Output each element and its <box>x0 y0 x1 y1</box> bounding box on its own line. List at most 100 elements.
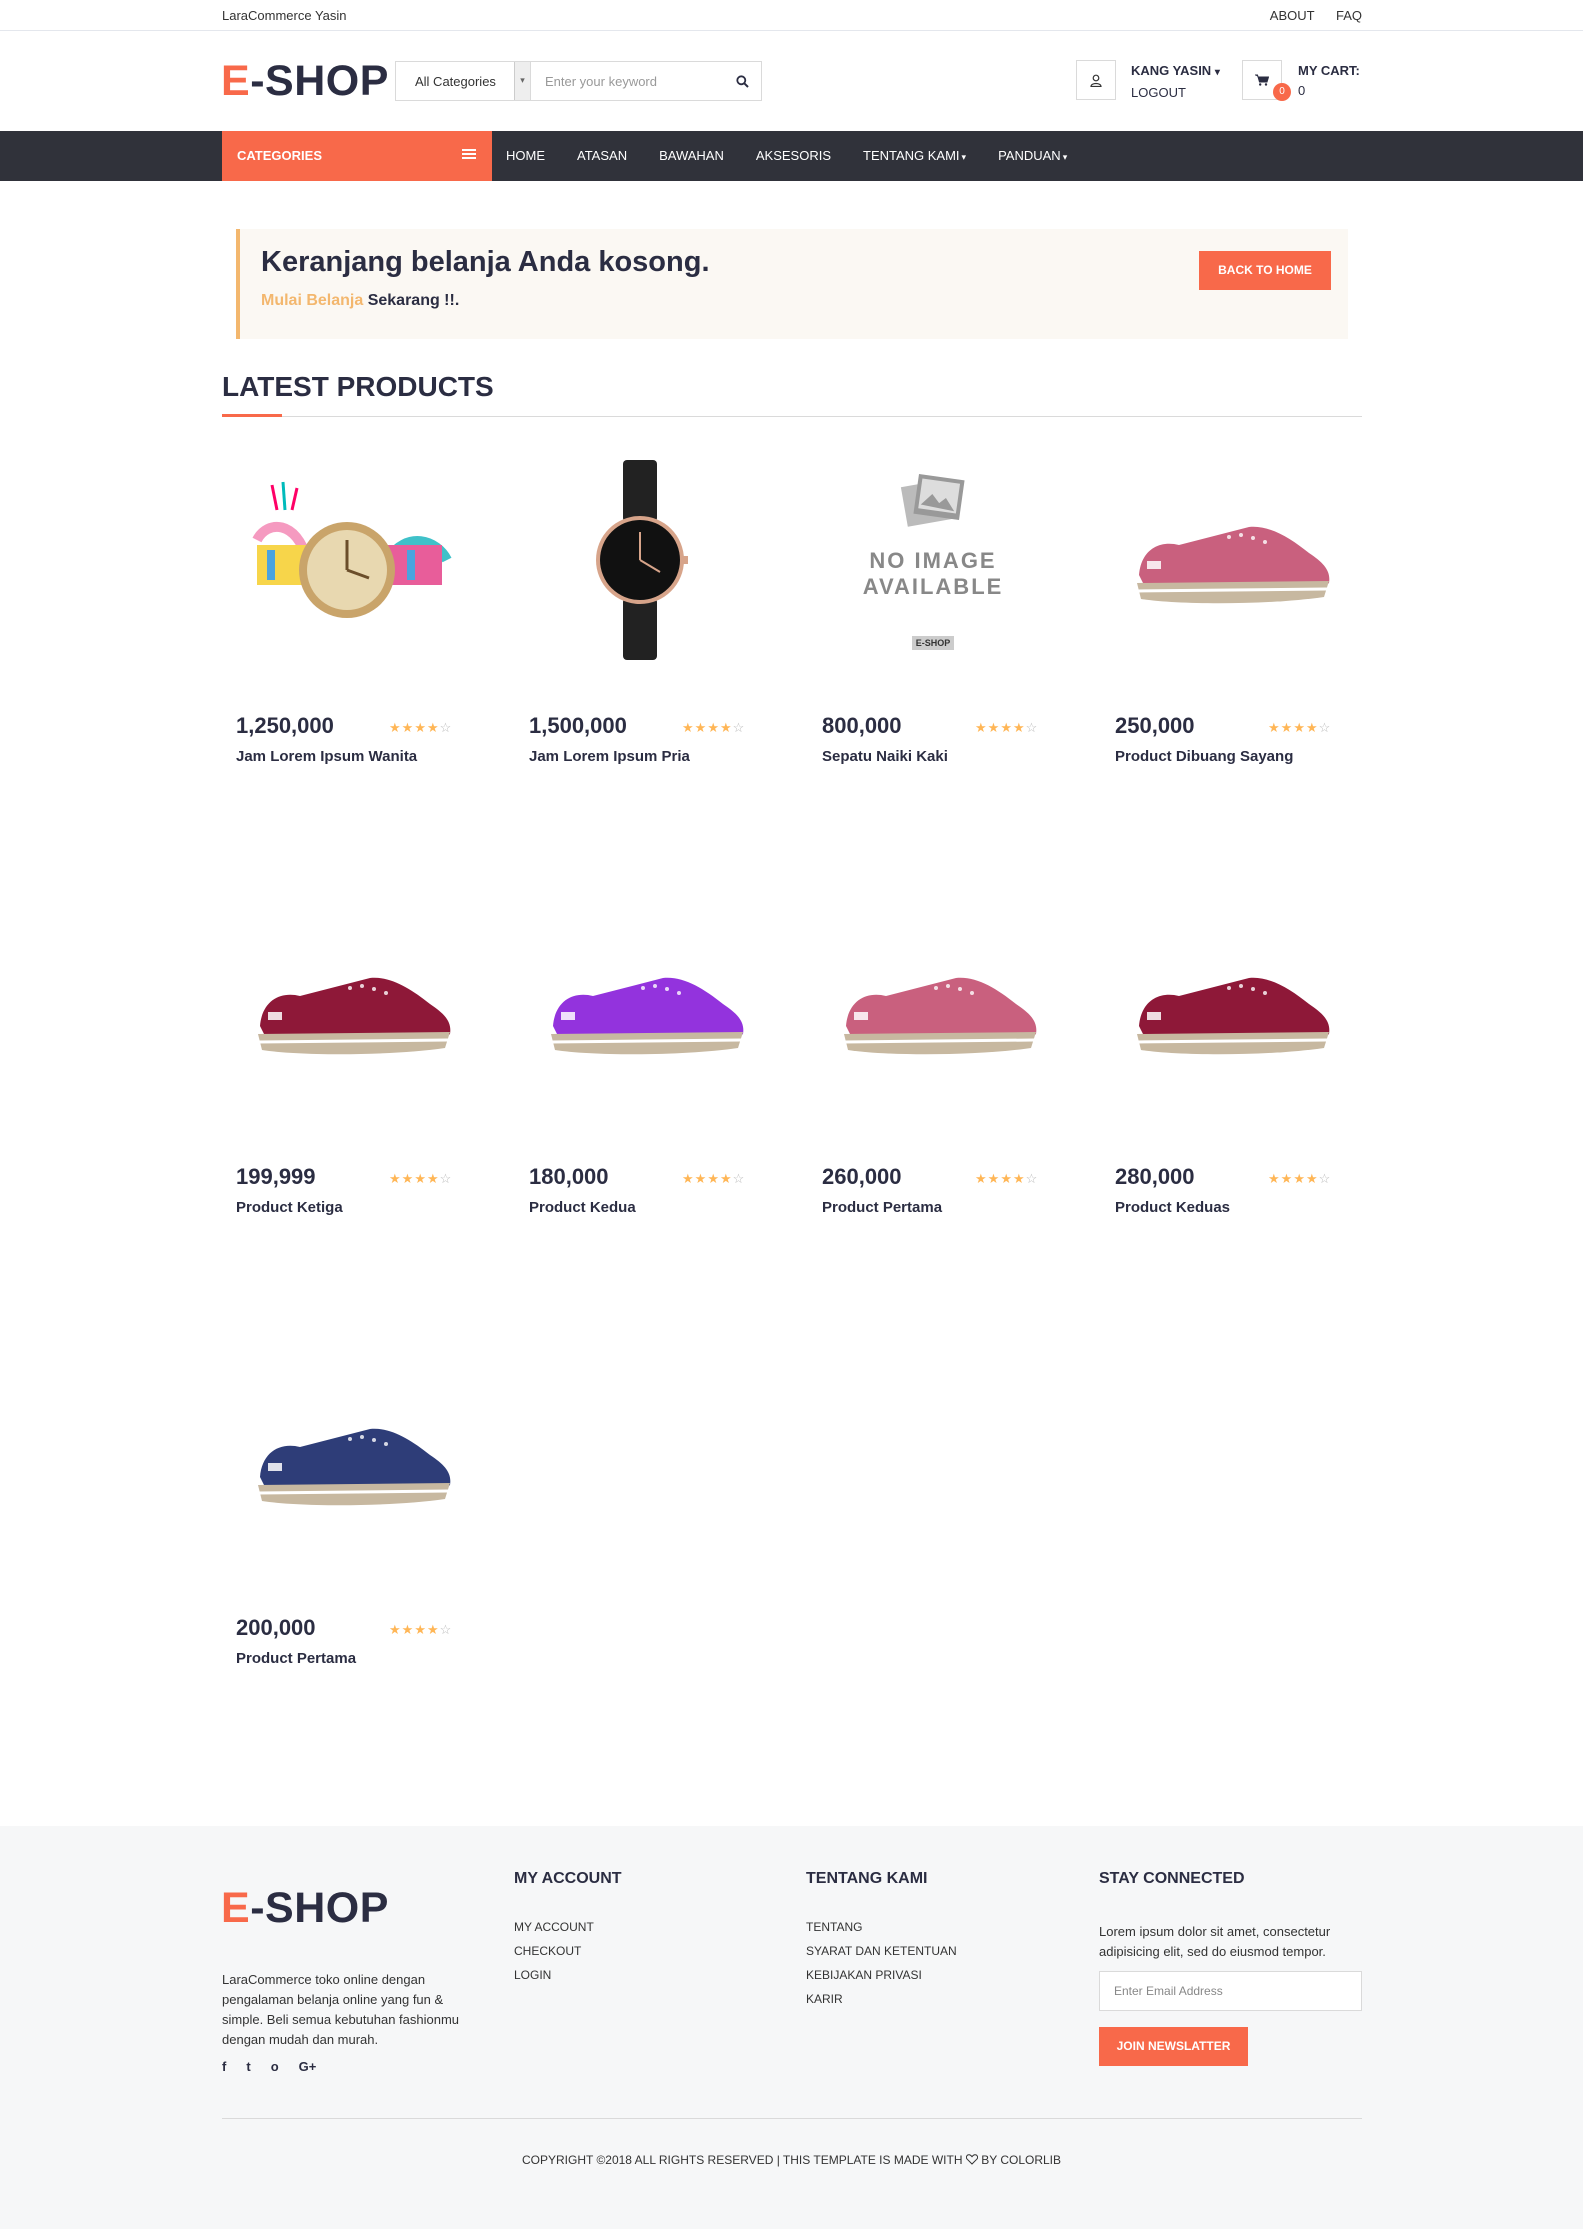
product-price: 199,999 <box>236 1164 316 1189</box>
account-menu[interactable]: KANG YASIN ▾ LOGOUT <box>1131 61 1220 103</box>
star-icon: ★ <box>414 720 427 735</box>
product-card[interactable]: 280,000 ★★★★☆ Product Keduas <box>1101 896 1351 1256</box>
footer-col-title: STAY CONNECTED <box>1099 1870 1245 1887</box>
about-link[interactable]: ABOUT <box>1270 8 1315 23</box>
product-image[interactable] <box>525 445 755 675</box>
product-name[interactable]: Jam Lorem Ipsum Pria <box>529 748 690 765</box>
product-name[interactable]: Jam Lorem Ipsum Wanita <box>236 748 417 765</box>
join-newsletter-button[interactable]: JOIN NEWSLATTER <box>1099 2027 1248 2066</box>
footer-logo[interactable]: E-SHOP <box>221 1884 389 1933</box>
footer-link-tentang[interactable]: TENTANG <box>806 1915 957 1939</box>
facebook-icon[interactable]: f <box>222 2059 226 2074</box>
product-card[interactable]: 250,000 ★★★★☆ Product Dibuang Sayang <box>1101 445 1351 805</box>
cart-count-badge: 0 <box>1273 83 1291 101</box>
product-card[interactable]: 200,000 ★★★★☆ Product Pertama <box>222 1347 472 1707</box>
product-name[interactable]: Sepatu Naiki Kaki <box>822 748 948 765</box>
star-icon: ☆ <box>1025 720 1039 735</box>
newsletter-email-input[interactable] <box>1099 1971 1362 2011</box>
product-image[interactable] <box>232 1347 462 1577</box>
start-shopping-link[interactable]: Mulai Belanja <box>261 292 363 309</box>
nav-item-atasan[interactable]: ATASAN <box>563 131 643 181</box>
product-rating: ★★★★☆ <box>389 1171 452 1187</box>
footer-link-privasi[interactable]: KEBIJAKAN PRIVASI <box>806 1963 957 1987</box>
footer-link-karir[interactable]: KARIR <box>806 1987 957 2011</box>
logo-accent: E <box>221 1884 251 1932</box>
copyright-credit[interactable]: BY COLORLIB <box>981 2153 1061 2167</box>
product-image[interactable] <box>818 896 1048 1126</box>
product-card[interactable]: 1,500,000 ★★★★☆ Jam Lorem Ipsum Pria <box>515 445 765 805</box>
product-image[interactable] <box>232 445 462 675</box>
product-name[interactable]: Product Keduas <box>1115 1199 1230 1216</box>
product-name[interactable]: Product Pertama <box>236 1650 356 1667</box>
nav-label: HOME <box>506 148 545 163</box>
product-rating: ★★★★☆ <box>975 1171 1038 1187</box>
account-button[interactable] <box>1076 60 1116 100</box>
star-icon: ★ <box>1280 720 1294 735</box>
product-price: 1,250,000 <box>236 713 334 738</box>
logo[interactable]: E-SHOP <box>221 57 389 106</box>
faq-link[interactable]: FAQ <box>1336 8 1362 23</box>
top-bar: LaraCommerce Yasin ABOUT FAQ <box>0 0 1583 31</box>
product-card[interactable]: NO IMAGE AVAILABLE E-SHOP 800,000 ★★★★☆ Sepat… <box>808 445 1058 805</box>
product-name[interactable]: Product Ketiga <box>236 1199 343 1216</box>
back-to-home-button[interactable]: BACK TO HOME <box>1199 251 1331 290</box>
product-card[interactable]: 199,999 ★★★★☆ Product Ketiga <box>222 896 472 1256</box>
social-links: f t o G+ <box>222 2059 316 2074</box>
star-icon: ☆ <box>1025 1171 1039 1186</box>
star-icon: ★ <box>401 1171 415 1186</box>
search-input[interactable] <box>532 62 722 100</box>
google-plus-icon[interactable]: G+ <box>299 2059 317 2074</box>
product-card[interactable]: 1,250,000 ★★★★☆ Jam Lorem Ipsum Wanita <box>222 445 472 805</box>
product-image[interactable] <box>525 896 755 1126</box>
star-icon: ☆ <box>439 1171 453 1186</box>
empty-cart-subtext: Mulai Belanja Sekarang !!. <box>261 292 459 310</box>
product-card[interactable]: 260,000 ★★★★☆ Product Pertama <box>808 896 1058 1256</box>
star-icon: ★ <box>1293 720 1306 735</box>
footer-link-my-account[interactable]: MY ACCOUNT <box>514 1915 622 1939</box>
footer-link-checkout[interactable]: CHECKOUT <box>514 1939 622 1963</box>
search-icon <box>735 74 749 88</box>
instagram-icon[interactable]: o <box>271 2059 279 2074</box>
cart-summary[interactable]: MY CART: 0 <box>1298 61 1360 101</box>
copyright-text: COPYRIGHT ©2018 ALL RIGHTS RESERVED | TH… <box>521 2153 963 2167</box>
logout-link[interactable]: LOGOUT <box>1131 83 1220 103</box>
footer-col-title: MY ACCOUNT <box>514 1870 622 1887</box>
product-price: 800,000 <box>822 713 902 738</box>
nav-item-aksesoris[interactable]: AKSESORIS <box>742 131 847 181</box>
product-price: 250,000 <box>1115 713 1195 738</box>
caret-down-icon: ▾ <box>1062 152 1068 162</box>
nav-item-panduan[interactable]: PANDUAN ▾ <box>984 131 1083 181</box>
product-name[interactable]: Product Kedua <box>529 1199 636 1216</box>
caret-down-icon: ▾ <box>961 152 967 162</box>
category-select[interactable]: All Categories ▾ <box>396 62 531 100</box>
twitter-icon[interactable]: t <box>246 2059 250 2074</box>
header: E-SHOP All Categories ▾ KANG YASIN ▾ LOG… <box>0 31 1583 131</box>
product-price: 280,000 <box>1115 1164 1195 1189</box>
star-icon: ☆ <box>1318 1171 1332 1186</box>
star-icon: ★ <box>1293 1171 1306 1186</box>
product-image[interactable] <box>1111 445 1341 675</box>
star-icon: ★ <box>401 1622 415 1637</box>
categories-button[interactable]: CATEGORIES <box>222 131 492 181</box>
star-icon: ★ <box>1280 1171 1294 1186</box>
nav-item-tentang-kami[interactable]: TENTANG KAMI ▾ <box>849 131 982 181</box>
nav-item-home[interactable]: HOME <box>492 131 561 181</box>
star-icon: ★ <box>707 1171 720 1186</box>
product-name[interactable]: Product Dibuang Sayang <box>1115 748 1293 765</box>
nav-item-bawahan[interactable]: BAWAHAN <box>645 131 740 181</box>
footer-link-syarat[interactable]: SYARAT DAN KETENTUAN <box>806 1939 957 1963</box>
star-icon: ★ <box>719 720 733 735</box>
product-image[interactable] <box>1111 896 1341 1126</box>
star-icon: ★ <box>414 1622 427 1637</box>
search-button[interactable] <box>723 62 761 100</box>
product-image[interactable] <box>232 896 462 1126</box>
product-name[interactable]: Product Pertama <box>822 1199 942 1216</box>
top-links: ABOUT FAQ <box>1252 8 1362 23</box>
product-card[interactable]: 180,000 ★★★★☆ Product Kedua <box>515 896 765 1256</box>
category-select-value: All Categories <box>415 74 496 89</box>
star-icon: ★ <box>1000 1171 1013 1186</box>
footer-link-login[interactable]: LOGIN <box>514 1963 622 1987</box>
star-icon: ★ <box>1012 720 1026 735</box>
star-icon: ★ <box>1012 1171 1026 1186</box>
product-image[interactable]: NO IMAGE AVAILABLE E-SHOP <box>818 445 1048 675</box>
